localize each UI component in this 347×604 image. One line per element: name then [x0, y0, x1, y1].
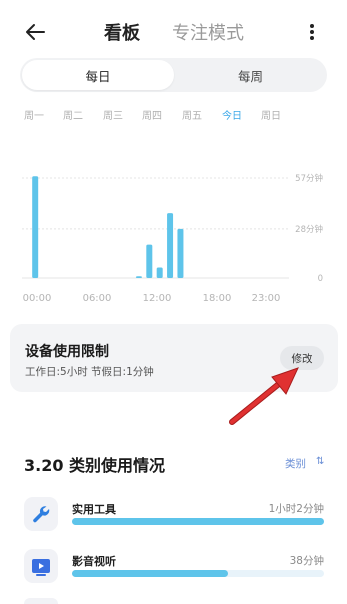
period-segmented-control: 每日 每周	[20, 58, 327, 92]
category-row[interactable]: 影音视听 38分钟	[0, 549, 347, 599]
usage-progress-bar	[72, 518, 324, 525]
weekday-fri[interactable]: 周五	[182, 107, 202, 122]
usage-bar[interactable]	[135, 276, 142, 278]
x-tick-label: 00:00	[23, 293, 52, 304]
usage-progress-bar	[72, 570, 324, 577]
x-tick-label: 18:00	[203, 293, 232, 304]
sort-icon[interactable]: ⇅	[316, 456, 324, 467]
segment-weekly[interactable]: 每周	[176, 60, 325, 90]
video-icon	[24, 549, 58, 583]
usage-bar[interactable]	[156, 267, 163, 278]
segment-daily[interactable]: 每日	[22, 60, 174, 90]
y-tick-label: 28分钟	[295, 224, 323, 235]
category-time: 38分钟	[289, 555, 324, 567]
usage-bar[interactable]	[177, 228, 184, 278]
tab-board[interactable]: 看板	[104, 19, 140, 45]
weekday-wed[interactable]: 周三	[103, 107, 123, 122]
category-name: 影音视听	[72, 555, 116, 568]
weekday-sun[interactable]: 周日	[261, 107, 281, 122]
limit-title: 设备使用限制	[25, 344, 109, 360]
usage-bar[interactable]	[167, 213, 174, 278]
category-time: 1小时2分钟	[268, 503, 324, 515]
category-sort-button[interactable]: 类别	[285, 456, 306, 471]
x-tick-label: 06:00	[83, 293, 112, 304]
y-tick-label: 0	[318, 274, 323, 284]
limit-subtitle: 工作日:5小时 节假日:1分钟	[25, 366, 154, 378]
category-usage-title: 3.20 类别使用情况	[24, 456, 166, 475]
red-arrow-icon	[229, 367, 299, 425]
weekday-thu[interactable]: 周四	[142, 107, 162, 122]
x-tick-label: 12:00	[143, 293, 172, 304]
usage-progress-fill	[72, 518, 324, 525]
usage-bar[interactable]	[32, 176, 39, 278]
wrench-icon	[24, 497, 58, 531]
usage-bar-chart: 57分钟 28分钟 0 00:00 06:00 12:00 18:00 23:00	[22, 173, 323, 304]
usage-bar[interactable]	[146, 244, 153, 278]
more-options-icon[interactable]	[304, 18, 320, 46]
y-tick-label: 57分钟	[295, 173, 323, 184]
category-name: 实用工具	[72, 503, 116, 516]
x-tick-label: 23:00	[252, 293, 281, 304]
weekday-today[interactable]: 今日	[222, 107, 242, 122]
next-category-icon-partial	[24, 598, 58, 604]
category-row[interactable]: 实用工具 1小时2分钟	[0, 497, 347, 547]
back-arrow-icon[interactable]	[22, 18, 50, 46]
weekday-tue[interactable]: 周二	[63, 107, 83, 122]
usage-progress-fill	[72, 570, 229, 577]
tab-focus-mode[interactable]: 专注模式	[172, 19, 244, 45]
weekday-mon[interactable]: 周一	[24, 107, 44, 122]
